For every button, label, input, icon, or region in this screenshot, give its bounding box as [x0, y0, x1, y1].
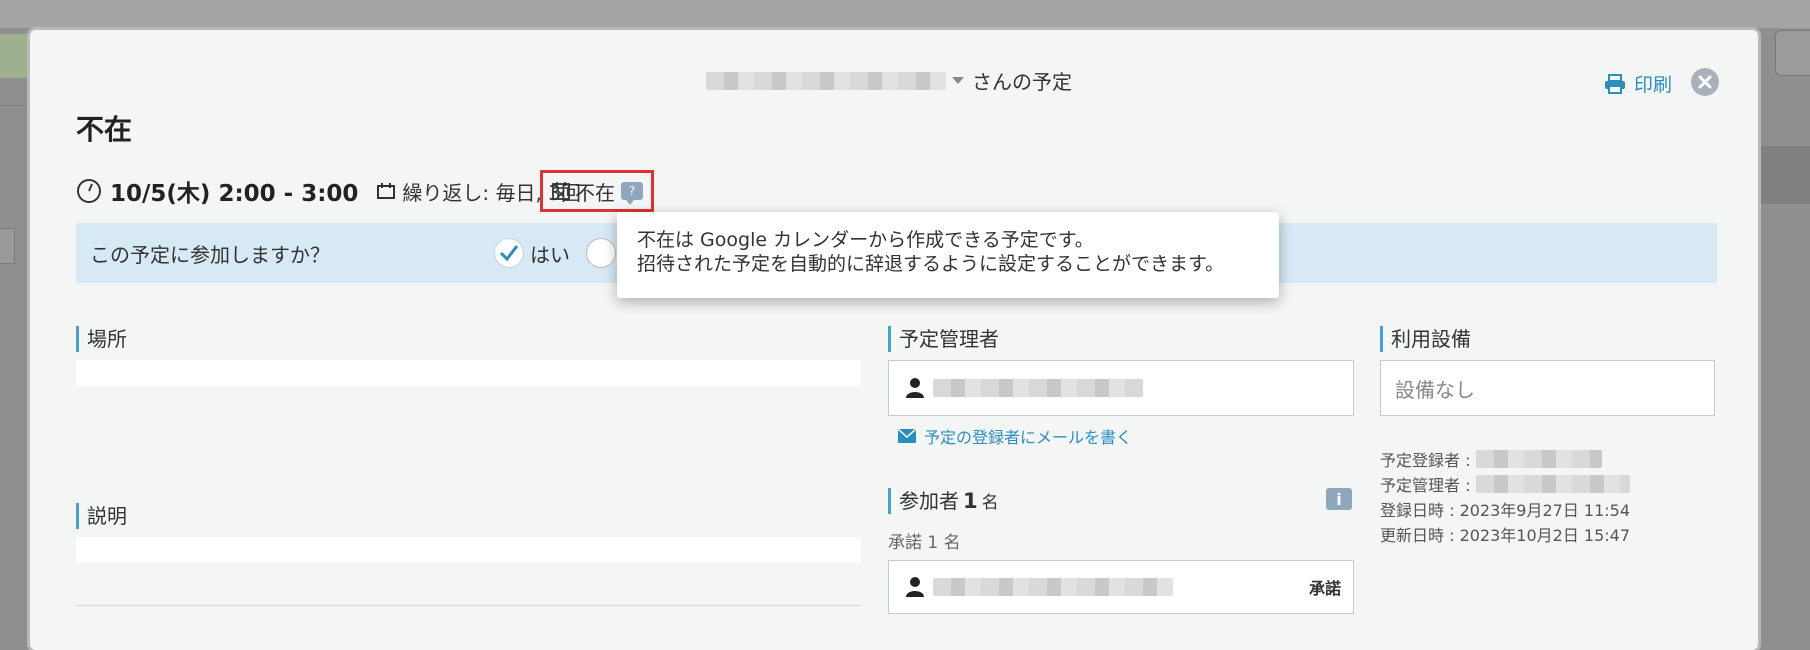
- calendar-owner-selector[interactable]: さんの予定: [706, 66, 1072, 95]
- calendar-x-icon: [552, 182, 570, 200]
- background-toolbar: [1760, 146, 1810, 204]
- owner-suffix: さんの予定: [972, 70, 1072, 94]
- participant-status: 承諾: [1308, 579, 1341, 598]
- description-value: [76, 537, 861, 563]
- organizer-label: 予定管理者: [888, 326, 999, 352]
- chevron-down-icon[interactable]: [952, 77, 964, 84]
- out-of-office-label: 不在: [575, 180, 615, 205]
- background-button: [0, 34, 30, 78]
- event-time: 10/5(木) 2:00 - 3:00: [110, 181, 359, 207]
- envelope-icon: [898, 429, 916, 443]
- mail-organizer-link[interactable]: 予定の登録者にメールを書く: [898, 424, 1132, 448]
- registered-by: 予定登録者 :: [1380, 447, 1603, 471]
- equipment-label: 利用設備: [1380, 326, 1471, 352]
- close-button[interactable]: [1691, 68, 1719, 96]
- user-icon: [906, 577, 924, 597]
- section-divider: [76, 605, 861, 606]
- location-label: 場所: [76, 326, 127, 352]
- registered-by-redacted: [1476, 450, 1603, 468]
- background-divider: [0, 105, 30, 106]
- tooltip-line-1: 不在は Google カレンダーから作成できる予定です。: [637, 229, 1094, 251]
- organizer-name-redacted: [933, 379, 1143, 397]
- tooltip-line-2: 招待された予定を自動的に辞退するように設定することができます。: [637, 253, 1225, 275]
- participants-label: 参加者 1 名: [888, 488, 999, 514]
- print-label: 印刷: [1634, 74, 1673, 96]
- managed-by: 予定管理者 :: [1380, 472, 1631, 496]
- participant-row[interactable]: 承諾: [888, 560, 1354, 614]
- printer-icon: [1605, 73, 1625, 94]
- participant-name-redacted: [933, 578, 1173, 596]
- clock-icon: [77, 179, 101, 203]
- owner-name-redacted: [706, 71, 946, 90]
- help-icon[interactable]: ?: [621, 182, 643, 205]
- rsvp-no-radio[interactable]: [586, 238, 616, 268]
- background-input: [0, 228, 15, 264]
- rsvp-question: この予定に参加しますか？: [90, 242, 330, 267]
- event-time-row: 10/5(木) 2:00 - 3:00 繰り返し: 毎日, 3回: [76, 176, 581, 207]
- managed-by-label: 予定管理者 :: [1380, 476, 1471, 495]
- participants-count: 1: [963, 489, 978, 513]
- equipment-field: 設備なし: [1380, 360, 1715, 416]
- created-at: 登録日時 : 2023年9月27日 11:54: [1380, 501, 1631, 520]
- participants-prefix: 参加者: [899, 489, 959, 513]
- organizer-field[interactable]: [888, 360, 1354, 416]
- user-icon: [906, 378, 924, 398]
- registered-by-label: 予定登録者 :: [1380, 451, 1471, 470]
- rsvp-yes-label: はい: [530, 242, 570, 267]
- location-value: [76, 360, 861, 386]
- print-button[interactable]: 印刷: [1604, 70, 1672, 97]
- accepted-summary: 承諾 1 名: [888, 533, 961, 553]
- description-label: 説明: [76, 503, 127, 529]
- background-search-box: [1775, 30, 1810, 76]
- managed-by-redacted: [1476, 475, 1631, 493]
- close-icon: [1698, 75, 1712, 89]
- out-of-office-badge[interactable]: 不在 ?: [540, 170, 654, 212]
- rsvp-yes-option[interactable]: はい: [494, 238, 570, 268]
- out-of-office-tooltip: 不在は Google カレンダーから作成できる予定です。 招待された予定を自動的…: [617, 212, 1279, 298]
- participants-suffix: 名: [981, 493, 999, 513]
- check-icon[interactable]: [494, 238, 524, 268]
- info-icon[interactable]: i: [1326, 488, 1352, 510]
- event-title: 不在: [76, 113, 133, 146]
- mail-link-label: 予定の登録者にメールを書く: [924, 428, 1133, 447]
- repeat-icon: [377, 183, 396, 199]
- background-page-header: [0, 0, 1810, 28]
- updated-at: 更新日時 : 2023年10月2日 15:47: [1380, 526, 1631, 545]
